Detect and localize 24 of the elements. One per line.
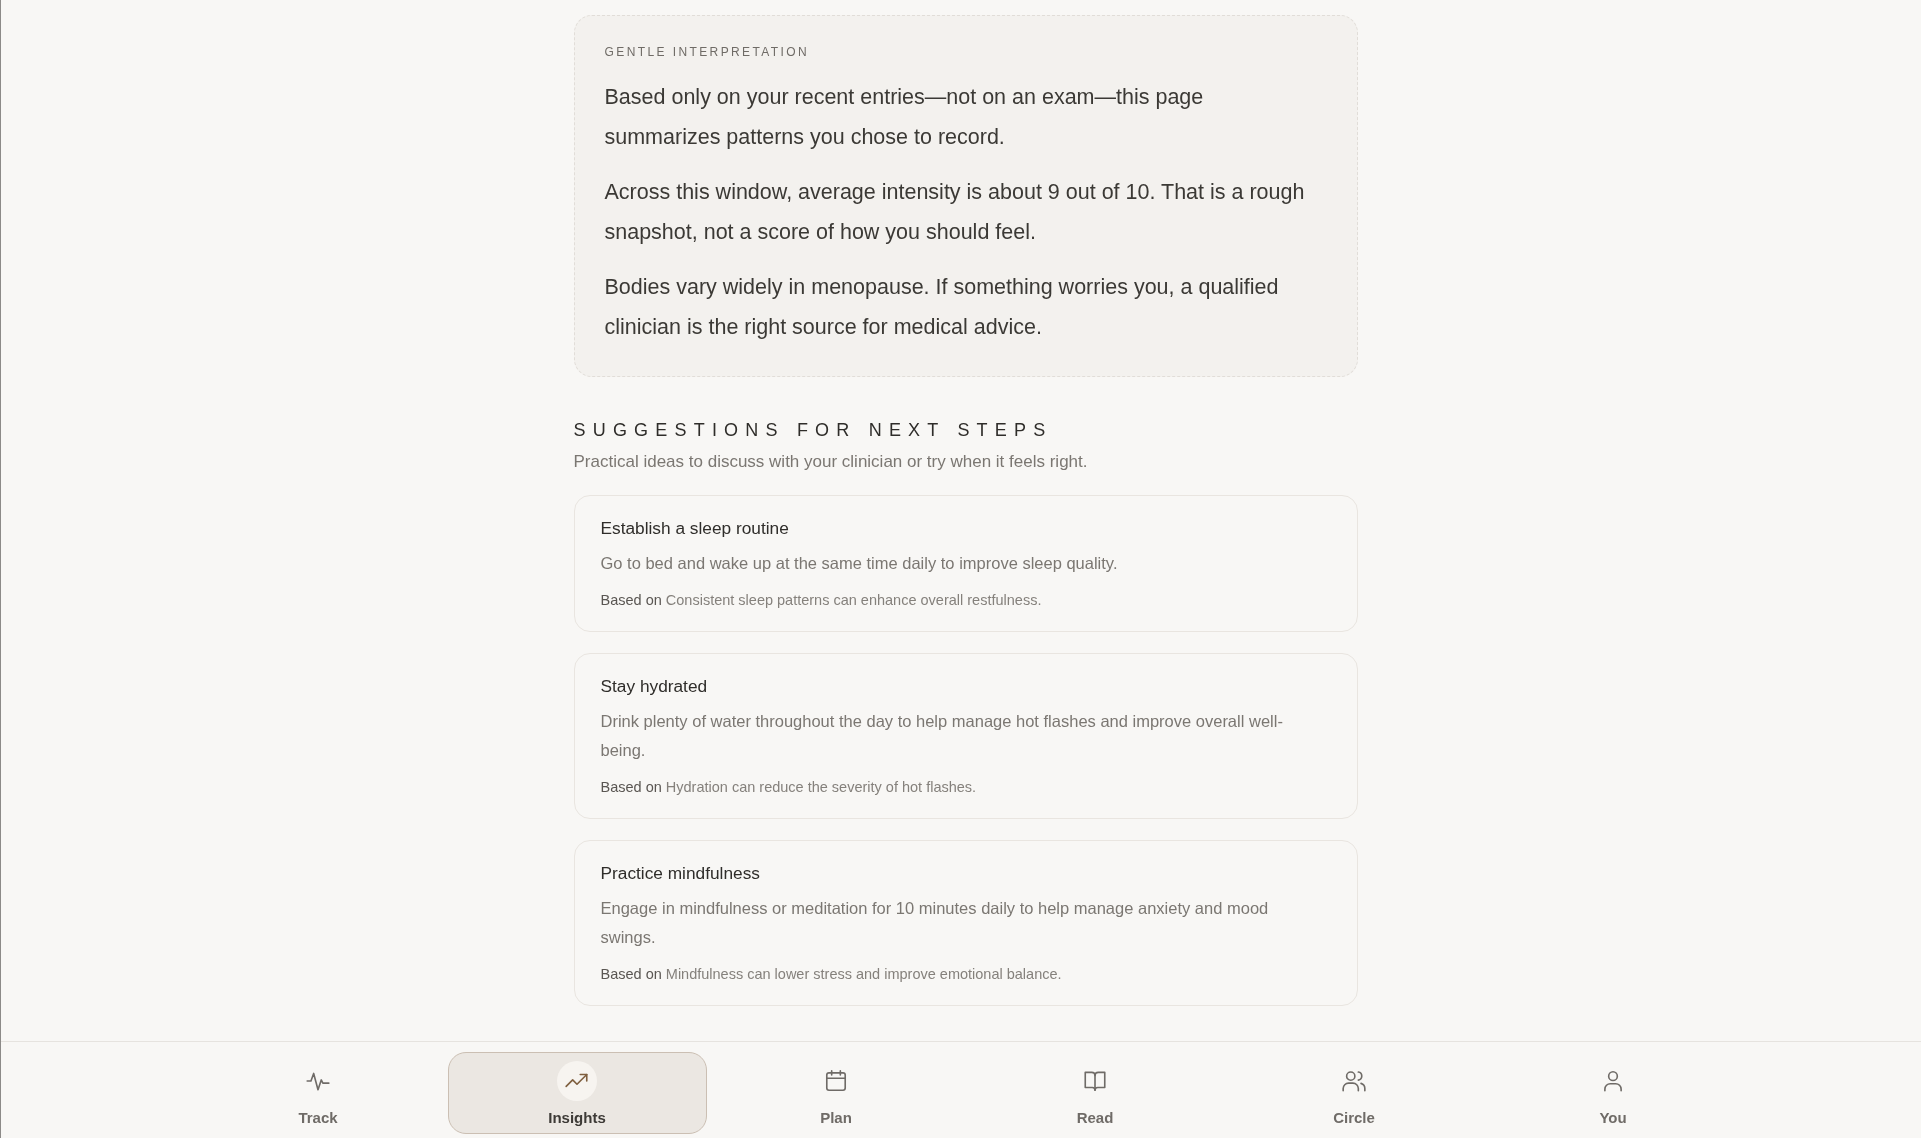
suggestion-description: Engage in mindfulness or meditation for 10 minutes daily to help manage anxiety and mood swings. (600, 898, 1270, 948)
calendar-icon (823, 1068, 849, 1094)
nav-tab[interactable]: Read (965, 1052, 1225, 1134)
suggestion-basis: Based on Hydration can reduce the severity of hot flashes. (600, 778, 978, 797)
nav-tab[interactable]: Insights (447, 1052, 707, 1134)
suggestion-title: Stay hydrated (600, 675, 709, 698)
nav-tab[interactable]: Plan (706, 1052, 966, 1134)
section-heading: SUGGESTIONS FOR NEXT STEPS (573, 419, 1054, 442)
section-label: GENTLE INTERPRETATION (604, 44, 811, 60)
two-people-icon (1341, 1068, 1367, 1094)
suggestion-basis: Based on Mindfulness can lower stress and improve emotional balance. (600, 965, 1063, 984)
trend-up-icon (557, 1061, 597, 1101)
section-subtitle: Practical ideas to discuss with your clinician or try when it feels right. (573, 451, 1089, 473)
suggestion-description: Go to bed and wake up at the same time daily to improve sleep quality. (600, 553, 1119, 574)
interpretation-paragraph: Bodies vary widely in menopause. If something worries you, a qualified clinician is the right source for medical advice. (604, 274, 1280, 341)
nav-tab[interactable]: You (1483, 1052, 1743, 1134)
suggestion-basis: Based on Consistent sleep patterns can enhance overall restfulness. (600, 591, 1043, 610)
interpretation-paragraph: Based only on your recent entries—not on an exam—this page summarizes patterns you chose to record. (604, 84, 1205, 151)
nav-tab[interactable]: Circle (1224, 1052, 1484, 1134)
nav-tab[interactable]: Track (188, 1052, 448, 1134)
suggestion-description: Drink plenty of water throughout the day to help manage hot flashes and improve overall well-being. (600, 711, 1284, 761)
suggestion-title: Establish a sleep routine (600, 517, 790, 540)
interpretation-paragraph: Across this window, average intensity is about 9 out of 10. That is a rough snapshot, not a score of how you should feel. (604, 179, 1306, 246)
suggestion-title: Practice mindfulness (600, 862, 761, 885)
